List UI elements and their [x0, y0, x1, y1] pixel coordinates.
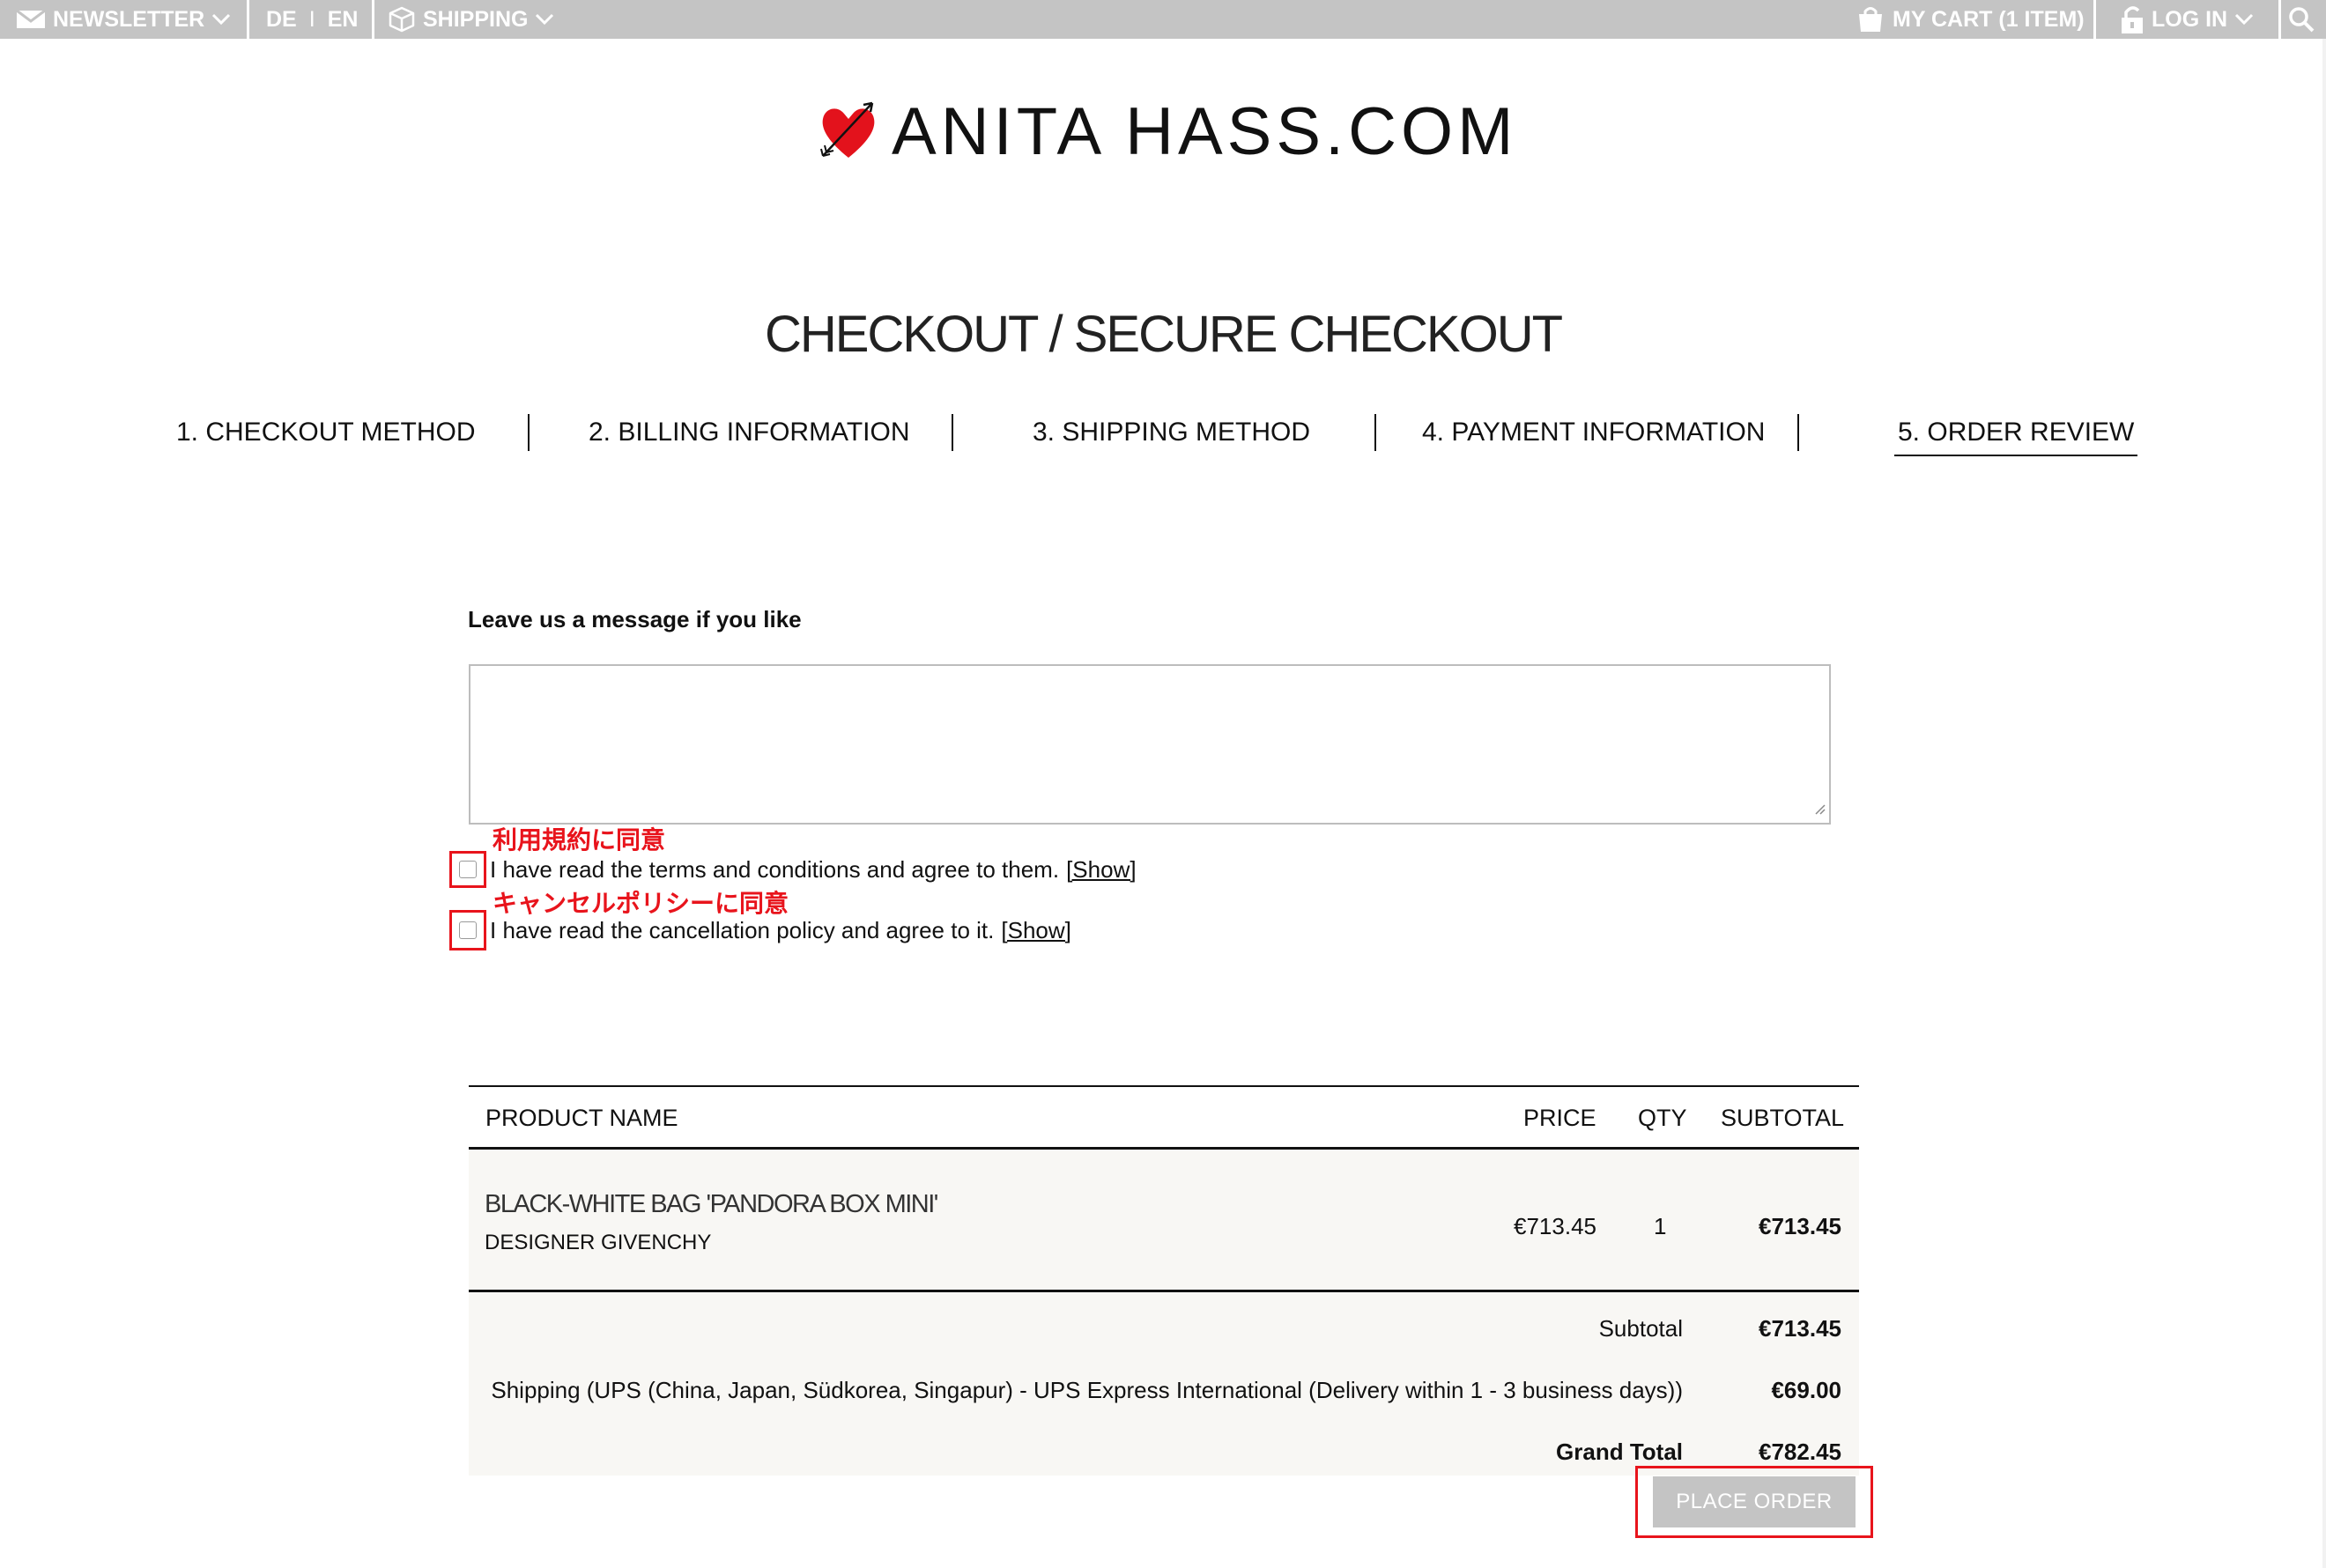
message-label: Leave us a message if you like: [468, 606, 802, 632]
search-icon: [2287, 5, 2315, 33]
cart-label: MY CART (1 ITEM): [1893, 6, 2085, 32]
terms-show-link[interactable]: [Show]: [1066, 856, 1137, 884]
newsletter-menu[interactable]: NEWSLETTER: [16, 0, 231, 39]
topbar-divider: [372, 0, 374, 39]
checkout-steps: 1. CHECKOUT METHOD 2. BILLING INFORMATIO…: [0, 410, 2326, 456]
product-qty: 1: [1654, 1213, 1667, 1239]
cancellation-text: I have read the cancellation policy and …: [490, 916, 995, 943]
product-subtotal: €713.45: [1759, 1213, 1841, 1239]
terms-agreement-row: I have read the terms and conditions and…: [449, 851, 1137, 888]
step-divider: [1374, 414, 1376, 451]
header-product-name: PRODUCT NAME: [485, 1105, 678, 1131]
subtotal-value: €713.45: [1759, 1315, 1841, 1342]
terms-text: I have read the terms and conditions and…: [490, 855, 1060, 883]
cancellation-checkbox[interactable]: [459, 921, 477, 939]
language-switcher: DE I EN: [266, 0, 358, 39]
topbar-divider: [2093, 0, 2096, 39]
lang-en-link[interactable]: EN: [328, 7, 359, 33]
lang-de-link[interactable]: DE: [266, 7, 297, 33]
step-order-review[interactable]: 5. ORDER REVIEW: [1894, 410, 2138, 456]
newsletter-label: NEWSLETTER: [53, 6, 205, 32]
page-title: CHECKOUT / SECURE CHECKOUT: [764, 306, 1563, 363]
step-divider: [528, 414, 530, 451]
product-designer: DESIGNER GIVENCHY: [485, 1231, 712, 1254]
header-price: PRICE: [1523, 1105, 1596, 1131]
bag-icon: [1856, 5, 1885, 33]
cancellation-checkbox-highlight: [449, 910, 486, 950]
logo-text: ANITA HASS.COM: [892, 94, 1518, 169]
subtotal-label: Subtotal: [1598, 1315, 1683, 1342]
search-button[interactable]: [2287, 0, 2315, 39]
step-shipping-method[interactable]: 3. SHIPPING METHOD: [1033, 410, 1310, 455]
chevron-down-icon: [2234, 13, 2254, 26]
login-label: LOG IN: [2152, 6, 2228, 32]
step-divider: [1797, 414, 1799, 451]
cancellation-show-link[interactable]: [Show]: [1001, 917, 1071, 944]
header-qty: QTY: [1638, 1105, 1687, 1131]
topbar-divider: [2278, 0, 2281, 39]
terms-checkbox-highlight: [449, 851, 486, 888]
table-row: BLACK-WHITE BAG 'PANDORA BOX MINI' DESIG…: [469, 1150, 1859, 1291]
place-order-highlight: PLACE ORDER: [1635, 1466, 1873, 1538]
heart-arrow-logo-icon: [818, 98, 879, 167]
lang-divider: I: [308, 6, 315, 32]
step-checkout-method[interactable]: 1. CHECKOUT METHOD: [176, 410, 475, 455]
step-billing-information[interactable]: 2. BILLING INFORMATION: [589, 410, 910, 455]
shipping-menu[interactable]: SHIPPING: [388, 0, 554, 39]
cancellation-agreement-row: I have read the cancellation policy and …: [449, 910, 1071, 950]
grand-total-value: €782.45: [1759, 1439, 1841, 1465]
scrollbar-track[interactable]: [2322, 39, 2326, 1568]
place-order-button[interactable]: PLACE ORDER: [1653, 1476, 1856, 1527]
shipping-label: SHIPPING: [423, 6, 529, 32]
order-totals: Subtotal €713.45 Shipping (UPS (China, J…: [469, 1292, 1859, 1476]
step-payment-information[interactable]: 4. PAYMENT INFORMATION: [1422, 410, 1765, 455]
shipping-value: €69.00: [1771, 1377, 1841, 1403]
shipping-label: Shipping (UPS (China, Japan, Südkorea, S…: [491, 1377, 1683, 1403]
chevron-down-icon: [535, 13, 554, 26]
product-price: €713.45: [1514, 1213, 1596, 1239]
topbar-divider: [247, 0, 249, 39]
terms-checkbox[interactable]: [459, 861, 477, 878]
message-textarea[interactable]: [469, 664, 1831, 825]
grand-total-label: Grand Total: [1556, 1439, 1683, 1465]
header-subtotal: SUBTOTAL: [1721, 1105, 1845, 1131]
chevron-down-icon: [211, 13, 231, 26]
lock-icon: [2120, 4, 2145, 34]
product-name[interactable]: BLACK-WHITE BAG 'PANDORA BOX MINI': [485, 1190, 938, 1219]
login-menu[interactable]: LOG IN: [2120, 0, 2254, 39]
resize-grip-icon[interactable]: [1811, 801, 1826, 819]
top-bar: NEWSLETTER DE I EN SHIPPING MY CART (1 I…: [0, 0, 2326, 39]
envelope-icon: [16, 9, 46, 30]
site-logo[interactable]: ANITA HASS.COM: [818, 97, 1517, 167]
box-icon: [388, 5, 416, 33]
step-divider: [952, 414, 953, 451]
cart-link[interactable]: MY CART (1 ITEM): [1856, 0, 2085, 39]
table-top-rule: [469, 1085, 1859, 1087]
